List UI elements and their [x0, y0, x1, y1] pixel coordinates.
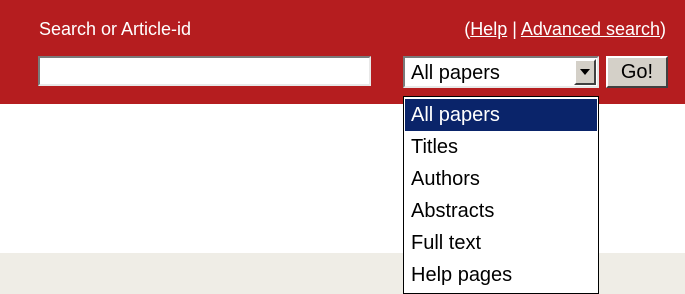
- go-button[interactable]: Go!: [606, 56, 668, 88]
- help-link[interactable]: Help: [470, 19, 507, 39]
- search-input[interactable]: [38, 56, 371, 86]
- option-authors[interactable]: Authors: [405, 163, 597, 195]
- option-help-pages[interactable]: Help pages: [405, 259, 597, 291]
- option-abstracts[interactable]: Abstracts: [405, 195, 597, 227]
- help-close-paren: ): [660, 19, 666, 39]
- search-bar: Search or Article-id (Help | Advanced se…: [0, 0, 685, 104]
- search-label: Search or Article-id: [39, 19, 192, 39]
- option-all-papers[interactable]: All papers: [405, 99, 597, 131]
- select-dropdown-button[interactable]: [574, 59, 596, 85]
- search-scope-options: All papers Titles Authors Abstracts Full tex…: [403, 96, 599, 294]
- help-links: (Help | Advanced search): [464, 19, 666, 39]
- option-titles[interactable]: Titles: [405, 131, 597, 163]
- advanced-search-link[interactable]: Advanced search: [521, 19, 660, 39]
- select-value: All papers: [411, 62, 500, 84]
- chevron-down-icon: [580, 69, 590, 75]
- search-scope-select[interactable]: All papers: [403, 56, 599, 88]
- option-full-text[interactable]: Full text: [405, 227, 597, 259]
- help-separator: |: [507, 19, 521, 39]
- page: Search or Article-id (Help | Advanced se…: [0, 0, 685, 294]
